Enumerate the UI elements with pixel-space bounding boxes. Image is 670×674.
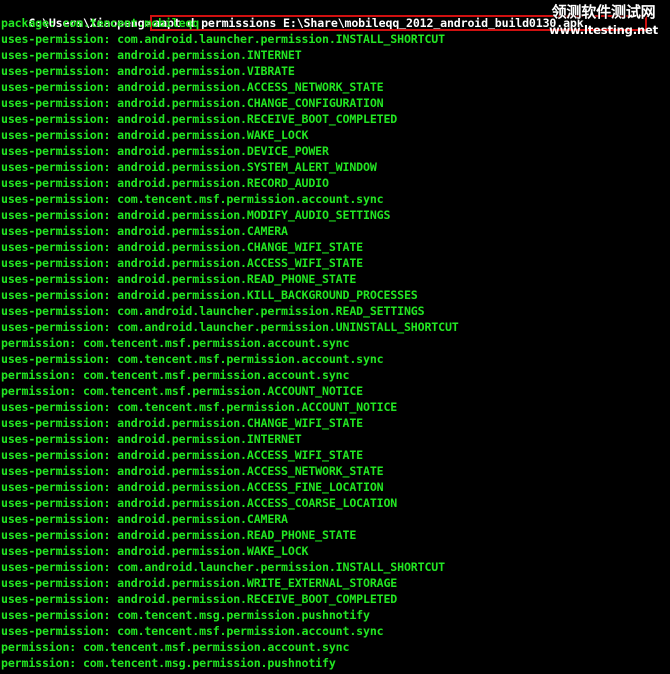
output-line: uses-permission: android.permission.DEVI… xyxy=(1,144,329,158)
output-line: uses-permission: android.permission.CAME… xyxy=(1,224,288,238)
output-line: uses-permission: com.android.launcher.pe… xyxy=(1,320,459,334)
output-line: permission: com.tencent.msf.permission.a… xyxy=(1,368,350,382)
output-line: uses-permission: com.android.launcher.pe… xyxy=(1,560,445,574)
output-line: uses-permission: com.tencent.msf.permiss… xyxy=(1,352,384,366)
console-window[interactable]: C:\Users\Xiaopeng> aapt d permissions E:\… xyxy=(0,0,670,674)
output-line: uses-permission: com.tencent.msf.permiss… xyxy=(1,192,384,206)
output-line: permission: com.tencent.msf.permission.a… xyxy=(1,336,350,350)
output-line: uses-permission: android.permission.RECO… xyxy=(1,176,329,190)
output-line: uses-permission: android.permission.SYST… xyxy=(1,160,377,174)
output-line: uses-permission: android.permission.VIBR… xyxy=(1,64,295,78)
output-line: uses-permission: android.permission.READ… xyxy=(1,528,357,542)
output-line: permission: com.tencent.msg.permission.p… xyxy=(1,656,336,670)
output-line: uses-permission: android.permission.ACCE… xyxy=(1,496,398,510)
output-line: uses-permission: com.tencent.msg.permiss… xyxy=(1,608,370,622)
output-line: uses-permission: android.permission.WRIT… xyxy=(1,576,398,590)
output-line: uses-permission: android.permission.ACCE… xyxy=(1,464,384,478)
output-line: uses-permission: android.permission.WAKE… xyxy=(1,128,309,142)
watermark-title: 领测软件测试网 xyxy=(551,3,656,21)
output-line: uses-permission: android.permission.CHAN… xyxy=(1,240,363,254)
output-line: package: com.tencent.mobileqq xyxy=(1,16,200,30)
output-line: uses-permission: android.permission.MODI… xyxy=(1,208,391,222)
output-line: uses-permission: android.permission.CHAN… xyxy=(1,96,384,110)
output-line: uses-permission: android.permission.RECE… xyxy=(1,112,398,126)
output-line: uses-permission: android.permission.ACCE… xyxy=(1,480,384,494)
watermark-url: www.ltesting.net xyxy=(549,23,658,37)
output-line: uses-permission: com.android.launcher.pe… xyxy=(1,32,445,46)
output-line: uses-permission: android.permission.CAME… xyxy=(1,512,288,526)
output-line: uses-permission: android.permission.WAKE… xyxy=(1,544,309,558)
output-line: permission: com.tencent.msf.permission.A… xyxy=(1,384,363,398)
output-line: uses-permission: android.permission.INTE… xyxy=(1,48,302,62)
output-line: uses-permission: android.permission.ACCE… xyxy=(1,448,363,462)
output-line: uses-permission: com.tencent.msf.permiss… xyxy=(1,400,398,414)
output-line: permission: com.tencent.msf.permission.a… xyxy=(1,640,350,654)
output-line: uses-permission: android.permission.READ… xyxy=(1,272,357,286)
output-line: uses-permission: com.android.launcher.pe… xyxy=(1,304,425,318)
output-line: uses-permission: android.permission.KILL… xyxy=(1,288,418,302)
output-line: uses-permission: android.permission.CHAN… xyxy=(1,416,363,430)
output-line: uses-permission: android.permission.ACCE… xyxy=(1,80,384,94)
watermark: 领测软件测试网 www.ltesting.net xyxy=(549,3,658,38)
output-line: uses-permission: android.permission.INTE… xyxy=(1,432,302,446)
output-line: uses-permission: android.permission.RECE… xyxy=(1,592,398,606)
output-line: uses-permission: android.permission.ACCE… xyxy=(1,256,363,270)
output-line: uses-permission: com.tencent.msf.permiss… xyxy=(1,624,384,638)
